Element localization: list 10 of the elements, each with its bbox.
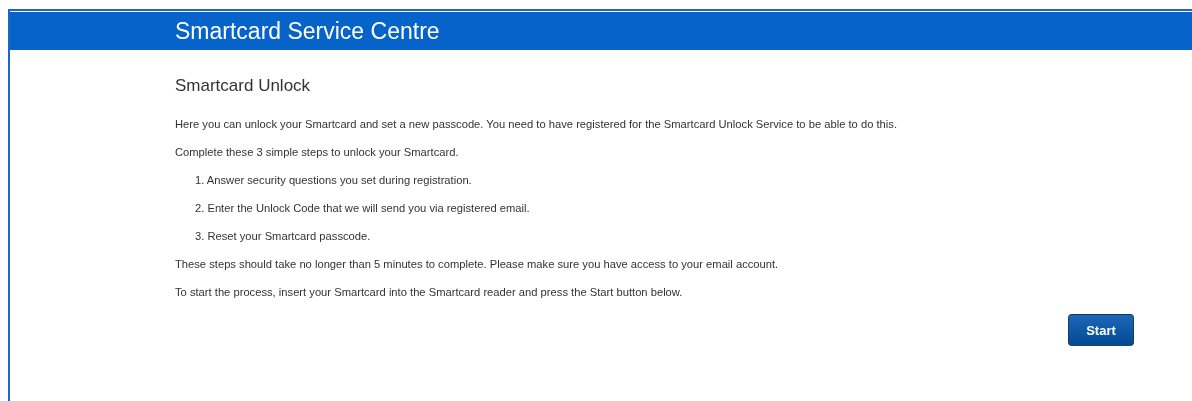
- start-button[interactable]: Start: [1068, 314, 1134, 346]
- paragraph: These steps should take no longer than 5 minutes to complete. Please make sure you have access to your email account.: [175, 258, 780, 271]
- page-heading: Smartcard Unlock: [175, 76, 312, 96]
- site-title: Smartcard Service Centre: [175, 17, 440, 45]
- step-item: 2. Enter the Unlock Code that we will send you via registered email.: [194, 202, 531, 215]
- step-item: 3. Reset your Smartcard passcode.: [194, 230, 372, 243]
- paragraph: Complete these 3 simple steps to unlock your Smartcard.: [175, 146, 460, 159]
- step-item: 1. Answer security questions you set during registration.: [194, 174, 473, 187]
- paragraph: To start the process, insert your Smartcard into the Smartcard reader and press the Start button below.: [175, 286, 684, 299]
- paragraph: Here you can unlock your Smartcard and set a new passcode. You need to have registered for the Smartcard Unlock Service to be able to do this.: [175, 118, 898, 131]
